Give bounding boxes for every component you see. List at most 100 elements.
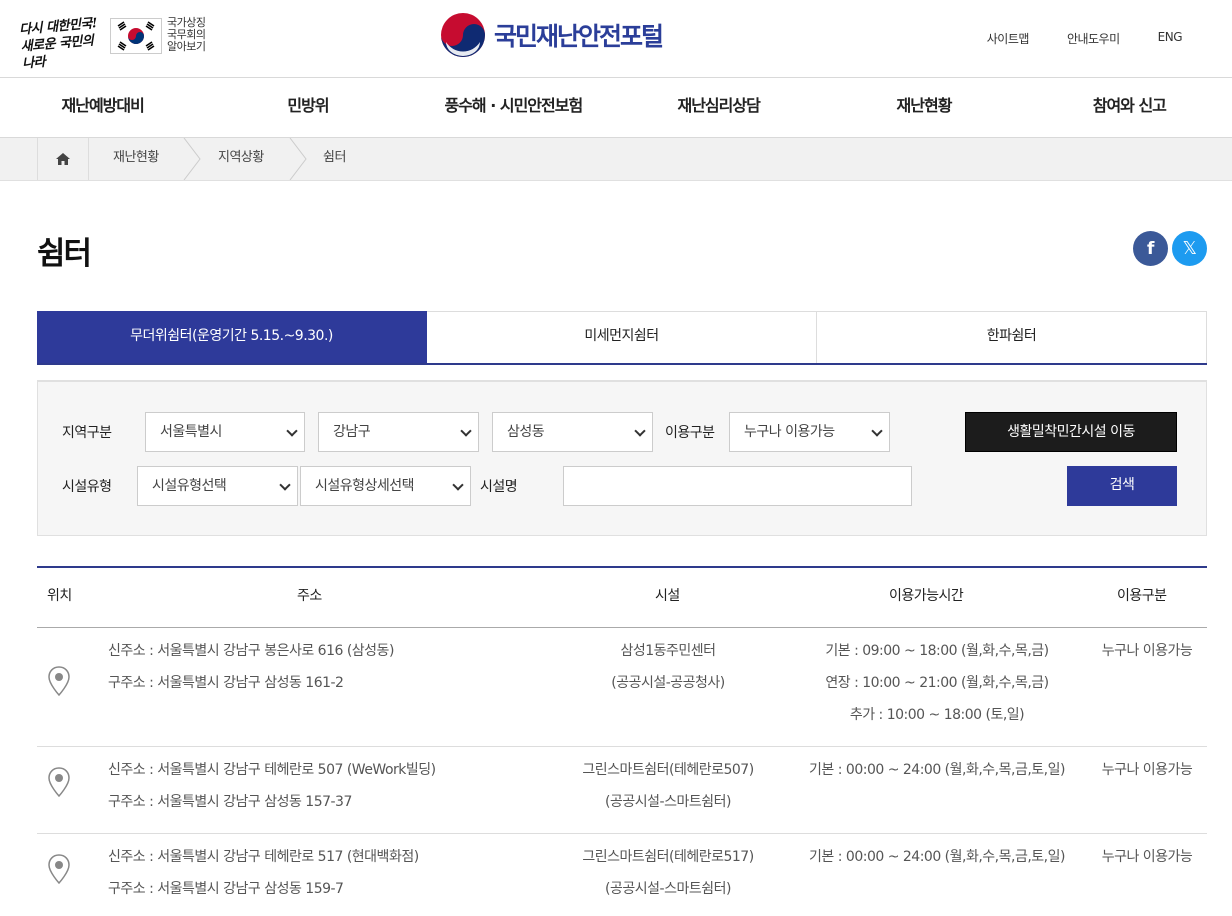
table-header: 위치 주소 시설 이용가능시간 이용구분 [37, 568, 1207, 628]
nav-item-civil-defense[interactable]: 민방위 [205, 78, 410, 137]
usage-value: 누구나 이용가능 [1101, 849, 1193, 865]
chevron-down-icon [460, 425, 472, 437]
nav-item-disaster-status[interactable]: 재난현황 [821, 78, 1026, 137]
shelter-tabs: 무더위쉼터(운영기간 5.15.~9.30.) 미세먼지쉼터 한파쉼터 [37, 311, 1207, 365]
facility-type-select[interactable]: 시설유형선택 [137, 466, 298, 506]
new-address: 신주소 : 서울특별시 강남구 테헤란로 517 (현대백화점) [108, 849, 419, 865]
sigungu-select[interactable]: 강남구 [318, 412, 479, 452]
facility-name-label: 시설명 [480, 479, 518, 495]
private-facility-button[interactable]: 생활밀착민간시설 이동 [965, 412, 1177, 452]
hours-line: 추가 : 10:00 ~ 18:00 (토,일) [849, 707, 1025, 723]
location-pin-icon[interactable] [48, 767, 70, 797]
address-cell: 신주소 : 서울특별시 강남구 봉은사로 616 (삼성동) 구주소 : 서울특… [108, 635, 394, 699]
chevron-down-icon [286, 425, 298, 437]
facility-type-value: 시설유형선택 [152, 478, 227, 494]
usage-cell: 누구나 이용가능 [1087, 754, 1207, 786]
usage-value: 누구나 이용가능 [1101, 643, 1193, 659]
chevron-down-icon [279, 479, 291, 491]
dong-value: 삼성동 [507, 424, 545, 440]
usage-cell: 누구나 이용가능 [1087, 841, 1207, 873]
location-pin-icon[interactable] [48, 854, 70, 884]
old-address: 구주소 : 서울특별시 강남구 삼성동 161-2 [108, 675, 344, 691]
slogan-logo[interactable]: 다시 대한민국! 새로운 국민의 나라 [19, 14, 110, 72]
site-title: 국민재난안전포털 [494, 22, 664, 51]
slogan-line-2: 새로운 국민의 나라 [20, 33, 94, 72]
national-symbols-link[interactable]: 국가상징 국무회의 알아보기 [167, 17, 206, 53]
facility-type: (공공시설-스마트쉼터) [605, 881, 731, 897]
nav-item-insurance[interactable]: 풍수해 · 시민안전보험 [411, 78, 616, 137]
facility-name-input[interactable] [563, 466, 912, 506]
facility-cell: 삼성1동주민센터 (공공시설-공공청사) [557, 635, 779, 699]
address-cell: 신주소 : 서울특별시 강남구 테헤란로 507 (WeWork빌딩) 구주소 … [108, 754, 436, 818]
hours-cell: 기본 : 00:00 ~ 24:00 (월,화,수,목,금,토,일) [797, 841, 1077, 873]
facility-name: 삼성1동주민센터 [620, 643, 716, 659]
facility-name: 그린스마트쉼터(테헤란로517) [582, 849, 754, 865]
breadcrumb: 재난현황 지역상황 쉼터 [0, 138, 1232, 181]
tab-cold-shelter[interactable]: 한파쉼터 [817, 311, 1207, 363]
breadcrumb-item[interactable]: 재난현황 [113, 138, 159, 180]
region-label: 지역구분 [62, 425, 112, 441]
top-bar: 다시 대한민국! 새로운 국민의 나라 국가상징 국무회의 알아보기 국민재난안… [0, 0, 1232, 78]
dong-select[interactable]: 삼성동 [492, 412, 653, 452]
address-cell: 신주소 : 서울특별시 강남구 테헤란로 517 (현대백화점) 구주소 : 서… [108, 841, 419, 905]
facebook-icon[interactable]: f [1133, 231, 1168, 266]
sido-select[interactable]: 서울특별시 [145, 412, 305, 452]
korea-flag-icon[interactable] [110, 18, 162, 54]
usage-cell: 누구나 이용가능 [1087, 635, 1207, 667]
shelter-table: 위치 주소 시설 이용가능시간 이용구분 신주소 : 서울특별시 강남구 봉은사… [37, 566, 1207, 916]
location-pin-icon[interactable] [48, 666, 70, 696]
home-icon[interactable] [37, 138, 89, 180]
table-row[interactable]: 신주소 : 서울특별시 강남구 테헤란로 507 (WeWork빌딩) 구주소 … [37, 747, 1207, 834]
sitemap-link[interactable]: 사이트맵 [987, 30, 1030, 47]
usage-label: 이용구분 [665, 425, 715, 441]
breadcrumb-item-current: 쉼터 [323, 150, 346, 165]
facility-cell: 그린스마트쉼터(테헤란로517) (공공시설-스마트쉼터) [557, 841, 779, 905]
nav-item-participation[interactable]: 참여와 신고 [1027, 78, 1232, 137]
facility-name: 그린스마트쉼터(테헤란로507) [582, 762, 754, 778]
usage-value: 누구나 이용가능 [1101, 762, 1193, 778]
guide-link[interactable]: 안내도우미 [1067, 30, 1120, 47]
usage-value: 누구나 이용가능 [744, 424, 835, 440]
new-address: 신주소 : 서울특별시 강남구 테헤란로 507 (WeWork빌딩) [108, 762, 436, 778]
search-button[interactable]: 검색 [1067, 466, 1177, 506]
hours-line: 기본 : 00:00 ~ 24:00 (월,화,수,목,금,토,일) [809, 762, 1065, 778]
type-label: 시설유형 [62, 479, 112, 495]
x-icon[interactable]: 𝕏 [1172, 231, 1207, 266]
search-panel: 지역구분 서울특별시 강남구 삼성동 이용구분 누구나 이용가능 생활밀착민간시… [37, 380, 1207, 536]
government-emblem-icon [441, 13, 485, 58]
chevron-down-icon [634, 425, 646, 437]
nav-item-disaster-prevention[interactable]: 재난예방대비 [0, 78, 205, 137]
chevron-right-icon [289, 138, 307, 180]
column-header: 주소 [297, 588, 322, 604]
site-logo[interactable]: 국민재난안전포털 [440, 12, 664, 58]
eng-link[interactable]: ENG [1158, 30, 1183, 47]
tab-fine-dust-shelter[interactable]: 미세먼지쉼터 [427, 311, 817, 363]
main-nav: 재난예방대비 민방위 풍수해 · 시민안전보험 재난심리상담 재난현황 참여와 … [0, 78, 1232, 138]
tab-heat-shelter[interactable]: 무더위쉼터(운영기간 5.15.~9.30.) [37, 311, 427, 363]
column-header: 위치 [47, 588, 72, 604]
sido-value: 서울특별시 [160, 424, 222, 440]
chevron-right-icon [183, 138, 201, 180]
new-address: 신주소 : 서울특별시 강남구 봉은사로 616 (삼성동) [108, 643, 394, 659]
national-symbols-line: 알아보기 [167, 40, 206, 53]
table-row[interactable]: 신주소 : 서울특별시 강남구 테헤란로 517 (현대백화점) 구주소 : 서… [37, 834, 1207, 916]
facility-type-detail-select[interactable]: 시설유형상세선택 [300, 466, 471, 506]
old-address: 구주소 : 서울특별시 강남구 삼성동 157-37 [108, 794, 352, 810]
sigungu-value: 강남구 [333, 424, 371, 440]
page-title: 쉼터 [37, 236, 92, 272]
old-address: 구주소 : 서울특별시 강남구 삼성동 159-7 [108, 881, 344, 897]
facility-cell: 그린스마트쉼터(테헤란로507) (공공시설-스마트쉼터) [557, 754, 779, 818]
hours-cell: 기본 : 00:00 ~ 24:00 (월,화,수,목,금,토,일) [797, 754, 1077, 786]
hours-line: 기본 : 09:00 ~ 18:00 (월,화,수,목,금) [825, 643, 1049, 659]
hours-line: 기본 : 00:00 ~ 24:00 (월,화,수,목,금,토,일) [809, 849, 1065, 865]
nav-item-counseling[interactable]: 재난심리상담 [616, 78, 821, 137]
column-header: 이용구분 [1117, 588, 1167, 604]
column-header: 시설 [655, 588, 680, 604]
breadcrumb-item[interactable]: 지역상황 [218, 138, 264, 180]
usage-select[interactable]: 누구나 이용가능 [729, 412, 890, 452]
facility-type: (공공시설-공공청사) [611, 675, 725, 691]
hours-line: 연장 : 10:00 ~ 21:00 (월,화,수,목,금) [825, 675, 1049, 691]
facility-type-detail-value: 시설유형상세선택 [315, 478, 415, 494]
hours-cell: 기본 : 09:00 ~ 18:00 (월,화,수,목,금) 연장 : 10:0… [807, 635, 1067, 731]
table-row[interactable]: 신주소 : 서울특별시 강남구 봉은사로 616 (삼성동) 구주소 : 서울특… [37, 628, 1207, 747]
